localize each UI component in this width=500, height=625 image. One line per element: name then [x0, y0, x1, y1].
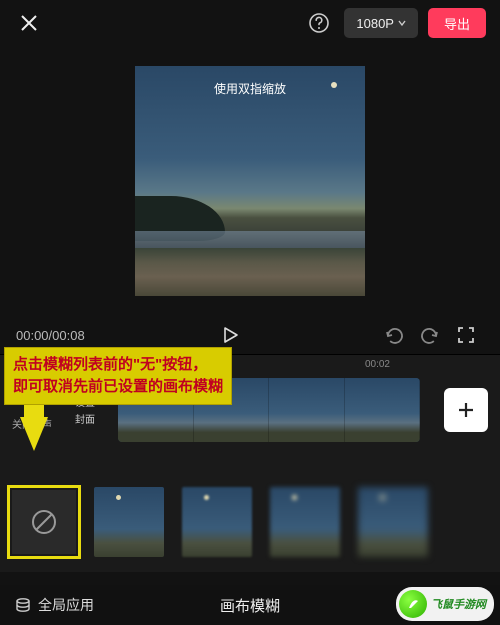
play-icon — [221, 326, 239, 344]
undo-button[interactable] — [376, 320, 412, 350]
play-button[interactable] — [212, 320, 248, 350]
close-button[interactable] — [14, 8, 44, 38]
redo-icon — [419, 324, 441, 346]
fullscreen-icon — [457, 326, 475, 344]
plus-icon — [456, 400, 476, 420]
arrow-down-icon — [20, 417, 48, 451]
logo-icon — [399, 590, 427, 618]
resolution-label: 1080P — [356, 16, 394, 31]
ruler-mark: 00:02 — [365, 359, 390, 370]
watermark-text: 飞鼠手游网 — [431, 596, 486, 612]
blur-none-button[interactable] — [12, 490, 76, 554]
tutorial-callout: 点击模糊列表前的"无"按钮， 即可取消先前已设置的画布模糊 — [4, 347, 232, 451]
stack-icon — [14, 596, 32, 614]
export-button[interactable]: 导出 — [428, 8, 486, 38]
close-icon — [19, 13, 39, 33]
help-button[interactable] — [304, 8, 334, 38]
redo-button[interactable] — [412, 320, 448, 350]
timeline-panel: 00:02 关闭原声 设置 封面 点击模糊列表前的"无"按钮， 即可取消先前已设… — [0, 354, 500, 472]
export-label: 导出 — [444, 14, 470, 33]
video-editor-screen: 1080P 导出 使用双指缩放 00:00/00:08 — [0, 0, 500, 625]
blur-option-2[interactable] — [182, 487, 252, 557]
apply-global-label: 全局应用 — [38, 595, 94, 615]
blur-option-4[interactable] — [358, 487, 428, 557]
blur-option-1[interactable] — [94, 487, 164, 557]
add-clip-button[interactable] — [444, 388, 488, 432]
chevron-down-icon — [398, 19, 406, 27]
help-icon — [308, 12, 330, 34]
undo-icon — [383, 324, 405, 346]
fullscreen-button[interactable] — [448, 320, 484, 350]
top-bar: 1080P 导出 — [0, 0, 500, 46]
pinch-zoom-hint: 使用双指缩放 — [135, 80, 365, 97]
apply-global-button[interactable]: 全局应用 — [14, 595, 94, 615]
blur-options-strip — [0, 472, 500, 572]
blur-option-3[interactable] — [270, 487, 340, 557]
resolution-dropdown[interactable]: 1080P — [344, 8, 418, 38]
preview-area: 使用双指缩放 — [0, 46, 500, 316]
callout-text: 点击模糊列表前的"无"按钮， 即可取消先前已设置的画布模糊 — [4, 347, 232, 405]
watermark-badge: 飞鼠手游网 — [396, 587, 494, 621]
video-preview[interactable]: 使用双指缩放 — [135, 66, 365, 296]
none-icon — [29, 507, 59, 537]
time-display: 00:00/00:08 — [16, 328, 85, 343]
